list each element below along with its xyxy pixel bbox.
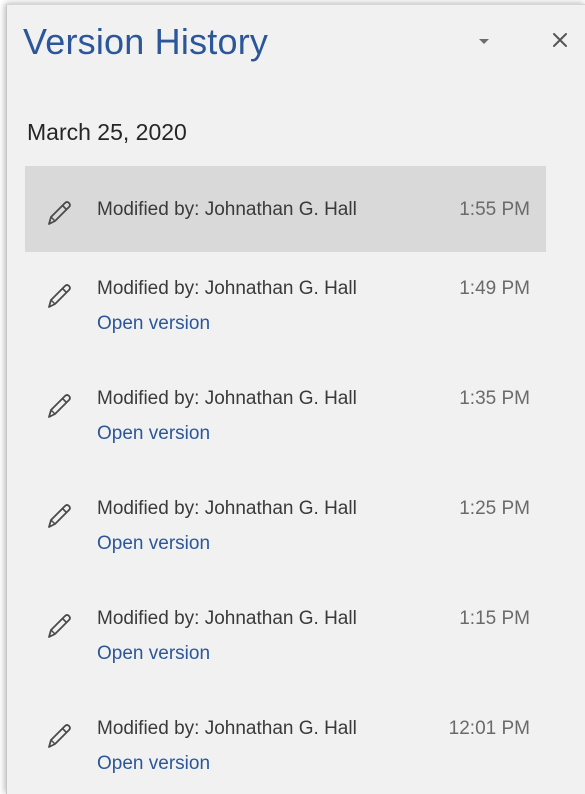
- modified-by-text: Modified by: Johnathan G. Hall: [97, 718, 357, 739]
- pencil-icon: [48, 614, 71, 638]
- caret-down-icon: [479, 39, 489, 44]
- open-version-link[interactable]: Open version: [97, 643, 210, 665]
- open-version-link[interactable]: Open version: [97, 533, 210, 555]
- open-version-link[interactable]: Open version: [97, 423, 210, 445]
- pencil-icon: [48, 394, 71, 418]
- pane-title: Version History: [23, 21, 269, 62]
- modified-by-text: Modified by: Johnathan G. Hall: [97, 498, 357, 519]
- date-group-heading: March 25, 2020: [27, 119, 187, 145]
- version-time: 1:35 PM: [459, 388, 530, 409]
- open-version-link[interactable]: Open version: [97, 753, 210, 775]
- version-list: Modified by: Johnathan G. Hall 1:55 PM M…: [25, 166, 546, 794]
- version-time: 1:55 PM: [459, 199, 530, 220]
- version-entry[interactable]: Modified by: Johnathan G. Hall 1:49 PM O…: [25, 276, 546, 386]
- modified-by-text: Modified by: Johnathan G. Hall: [97, 199, 357, 220]
- modified-by-text: Modified by: Johnathan G. Hall: [97, 278, 357, 299]
- modified-by-text: Modified by: Johnathan G. Hall: [97, 388, 357, 409]
- version-entry[interactable]: Modified by: Johnathan G. Hall 1:15 PM O…: [25, 606, 546, 716]
- version-time: 1:25 PM: [459, 498, 530, 519]
- pane-options-button[interactable]: [469, 31, 499, 53]
- version-entry[interactable]: Modified by: Johnathan G. Hall 1:35 PM O…: [25, 386, 546, 496]
- version-time: 1:49 PM: [459, 278, 530, 299]
- close-icon: [553, 33, 567, 47]
- pencil-icon: [48, 201, 71, 225]
- pencil-icon: [48, 284, 71, 308]
- modified-by-text: Modified by: Johnathan G. Hall: [97, 608, 357, 629]
- pencil-icon: [48, 504, 71, 528]
- version-entry[interactable]: Modified by: Johnathan G. Hall 12:01 PM …: [25, 716, 546, 794]
- close-button[interactable]: [545, 25, 575, 55]
- version-entry[interactable]: Modified by: Johnathan G. Hall 1:25 PM O…: [25, 496, 546, 606]
- version-entry-selected[interactable]: Modified by: Johnathan G. Hall 1:55 PM: [25, 166, 546, 252]
- version-time: 1:15 PM: [459, 608, 530, 629]
- pencil-icon: [48, 724, 71, 748]
- version-time: 12:01 PM: [448, 718, 530, 739]
- version-history-pane: Version History March 25, 2020 Modified …: [6, 4, 585, 794]
- open-version-link[interactable]: Open version: [97, 313, 210, 335]
